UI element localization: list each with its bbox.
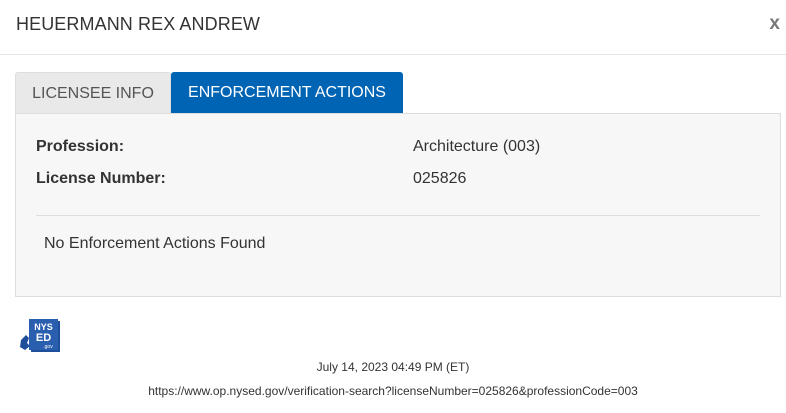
logo-text-gov: .gov (43, 344, 53, 350)
source-url: https://www.op.nysed.gov/verification-se… (148, 384, 638, 398)
close-button[interactable]: x (769, 13, 780, 35)
nysed-logo: NYS ED .gov (20, 319, 60, 352)
tab-licensee-info[interactable]: LICENSEE INFO (15, 72, 171, 114)
logo-text-ed: ED (36, 332, 51, 344)
tab-enforcement-actions[interactable]: ENFORCEMENT ACTIONS (171, 72, 403, 114)
modal-header: HEUERMANN REX ANDREW x (0, 0, 786, 55)
modal-title: HEUERMANN REX ANDREW (16, 14, 261, 34)
state-silhouette-icon (20, 335, 30, 350)
divider (36, 215, 760, 216)
enforcement-message: No Enforcement Actions Found (44, 235, 266, 252)
logo-text-nys: NYS (34, 322, 53, 332)
timestamp: July 14, 2023 04:49 PM (ET) (316, 360, 470, 374)
enforcement-panel: Profession: Architecture (003) License N… (15, 113, 781, 297)
profession-value: Architecture (003) (413, 138, 541, 155)
license-number-label: License Number: (36, 170, 166, 187)
profession-label: Profession: (36, 138, 125, 155)
license-number-value: 025826 (413, 170, 467, 187)
